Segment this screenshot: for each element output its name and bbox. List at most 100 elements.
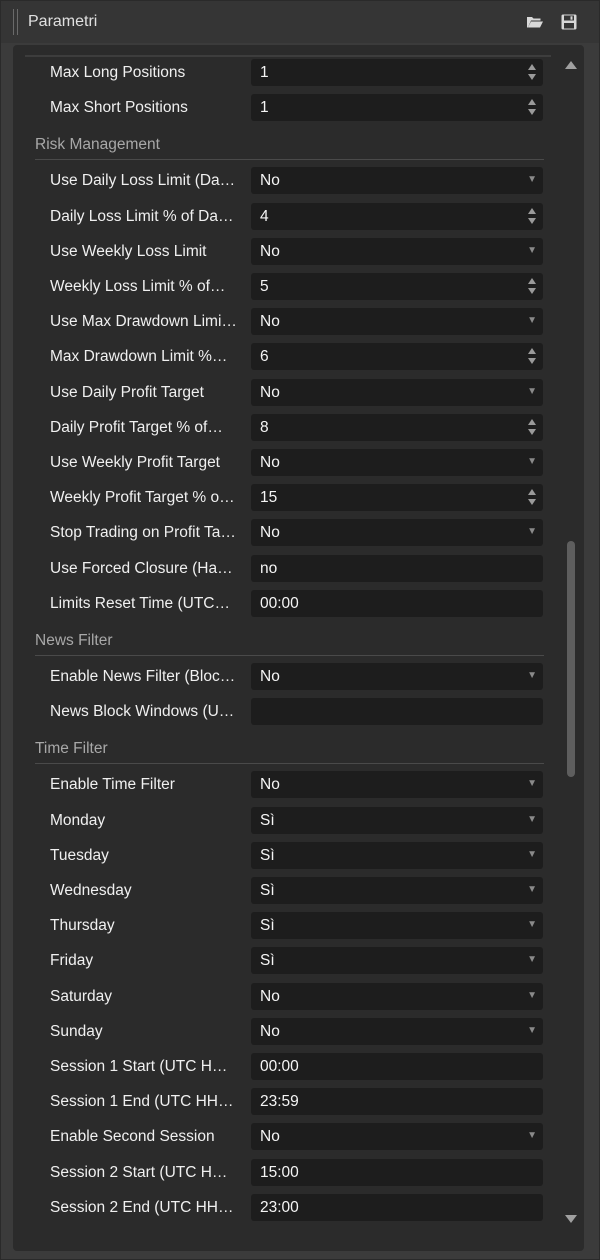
param-label: Max Drawdown Limit %…	[50, 348, 228, 366]
param-text-input[interactable]: 23:00	[251, 1193, 543, 1221]
param-dropdown[interactable]: No ▼	[251, 519, 543, 547]
save-icon[interactable]	[560, 13, 578, 31]
param-number-input[interactable]: 1	[251, 94, 543, 122]
folder-open-icon[interactable]	[526, 13, 544, 31]
spin-up-icon[interactable]	[528, 207, 536, 214]
dropdown-arrow-icon[interactable]: ▼	[527, 919, 537, 930]
param-number-input[interactable]: 5	[251, 273, 543, 300]
param-label: Limits Reset Time (UTC…	[50, 594, 230, 612]
spin-up-icon[interactable]	[528, 489, 536, 496]
param-row-saturday: Saturday No ▼	[13, 979, 558, 1015]
param-dropdown[interactable]: Sì ▼	[251, 947, 543, 975]
dropdown-arrow-icon[interactable]: ▼	[527, 814, 537, 825]
dropdown-arrow-icon[interactable]: ▼	[527, 315, 537, 326]
param-text-input[interactable]: 23:59	[251, 1088, 543, 1116]
param-dropdown[interactable]: No ▼	[251, 1123, 543, 1151]
param-dropdown[interactable]: No ▼	[251, 982, 543, 1010]
param-value: 23:00	[260, 1198, 299, 1216]
spin-up-icon[interactable]	[528, 278, 536, 284]
param-row-enable-news-filter-bloc: Enable News Filter (Bloc… No ▼	[13, 659, 558, 695]
dropdown-arrow-icon[interactable]: ▼	[527, 990, 537, 1001]
param-dropdown[interactable]: No ▼	[251, 378, 543, 406]
scroll-down-arrow-icon[interactable]	[565, 1215, 577, 1223]
param-dropdown[interactable]: No ▼	[251, 237, 543, 265]
dropdown-arrow-icon[interactable]: ▼	[527, 849, 537, 860]
spinner-arrows-icon[interactable]	[528, 62, 538, 83]
param-dropdown[interactable]: No ▼	[251, 449, 543, 476]
dropdown-arrow-icon[interactable]: ▼	[527, 245, 537, 256]
param-number-input[interactable]: 8	[251, 413, 543, 441]
param-dropdown[interactable]: No ▼	[251, 1017, 543, 1045]
param-text-input[interactable]: 00:00	[251, 1053, 543, 1080]
param-number-input[interactable]: 6	[251, 343, 543, 371]
param-dropdown[interactable]: No ▼	[251, 771, 543, 799]
dropdown-arrow-icon[interactable]: ▼	[527, 778, 537, 789]
param-text-input[interactable]: 15:00	[251, 1158, 543, 1186]
param-row-news-block-windows-u: News Block Windows (U…	[13, 694, 558, 730]
drag-grip-icon[interactable]	[13, 9, 18, 35]
param-row-use-forced-closure-ha: Use Forced Closure (Ha… no	[13, 551, 558, 587]
param-value: No	[260, 242, 280, 260]
param-row-use-weekly-loss-limit: Use Weekly Loss Limit No ▼	[13, 234, 558, 270]
param-dropdown[interactable]: No ▼	[251, 308, 543, 336]
param-label: Sunday	[50, 1022, 103, 1040]
param-value: 23:59	[260, 1093, 299, 1111]
dropdown-arrow-icon[interactable]: ▼	[527, 1130, 537, 1141]
scroll-up-arrow-icon[interactable]	[565, 61, 577, 69]
spin-up-icon[interactable]	[528, 99, 536, 106]
param-dropdown[interactable]: No ▼	[251, 663, 543, 690]
spin-up-icon[interactable]	[528, 64, 536, 70]
parameters-list[interactable]: Max Long Positions 1 Max Short Positions 1 R…	[13, 45, 558, 1223]
param-number-input[interactable]: 1	[251, 59, 543, 86]
spinner-arrows-icon[interactable]	[528, 417, 538, 438]
vertical-scrollbar[interactable]	[558, 45, 584, 1251]
param-number-input[interactable]: 15	[251, 484, 543, 512]
param-row-wednesday: Wednesday Sì ▼	[13, 873, 558, 909]
scroll-thumb[interactable]	[567, 541, 575, 777]
param-text-input[interactable]: no	[251, 554, 543, 582]
spinner-arrows-icon[interactable]	[528, 487, 538, 508]
param-label: Weekly Loss Limit % of…	[50, 278, 226, 295]
param-value: No	[260, 987, 280, 1005]
dropdown-arrow-icon[interactable]: ▼	[527, 386, 537, 397]
param-dropdown[interactable]: No ▼	[251, 167, 543, 195]
spin-down-icon[interactable]	[528, 499, 536, 506]
param-label: Session 2 End (UTC HH…	[50, 1198, 234, 1216]
dropdown-arrow-icon[interactable]: ▼	[527, 174, 537, 185]
title-bar[interactable]: Parametri	[1, 1, 599, 43]
spin-down-icon[interactable]	[528, 217, 536, 224]
param-text-input[interactable]: 00:00	[251, 589, 543, 617]
dropdown-arrow-icon[interactable]: ▼	[527, 954, 537, 965]
spin-up-icon[interactable]	[528, 348, 536, 355]
dropdown-arrow-icon[interactable]: ▼	[527, 884, 537, 895]
spin-down-icon[interactable]	[528, 74, 536, 80]
spinner-arrows-icon[interactable]	[528, 97, 538, 118]
dropdown-arrow-icon[interactable]: ▼	[527, 1025, 537, 1036]
spinner-arrows-icon[interactable]	[528, 346, 538, 367]
param-dropdown[interactable]: Sì ▼	[251, 877, 543, 904]
spin-down-icon[interactable]	[528, 288, 536, 294]
param-number-input[interactable]: 4	[251, 202, 543, 230]
param-dropdown[interactable]: Sì ▼	[251, 806, 543, 834]
param-value: No	[260, 172, 280, 190]
param-dropdown[interactable]: Sì ▼	[251, 912, 543, 940]
spinner-arrows-icon[interactable]	[528, 206, 538, 227]
spin-down-icon[interactable]	[528, 428, 536, 435]
spin-up-icon[interactable]	[528, 418, 536, 425]
spin-down-icon[interactable]	[528, 358, 536, 365]
section-header-risk-management: Risk Management	[35, 129, 544, 161]
param-row-weekly-profit-target-o: Weekly Profit Target % o… 15	[13, 480, 558, 516]
param-label: Wednesday	[50, 882, 132, 899]
dropdown-arrow-icon[interactable]: ▼	[527, 456, 537, 467]
param-dropdown[interactable]: Sì ▼	[251, 841, 543, 869]
param-text-input[interactable]	[251, 698, 543, 726]
param-label: Daily Profit Target % of…	[50, 418, 223, 436]
spinner-arrows-icon[interactable]	[528, 276, 538, 297]
param-label: Use Weekly Loss Limit	[50, 242, 207, 260]
param-row-max-short-positions: Max Short Positions 1	[13, 90, 558, 126]
spin-down-icon[interactable]	[528, 109, 536, 116]
param-value: No	[260, 313, 280, 331]
dropdown-arrow-icon[interactable]: ▼	[527, 526, 537, 537]
dropdown-arrow-icon[interactable]: ▼	[527, 670, 537, 681]
param-value: No	[260, 776, 280, 794]
